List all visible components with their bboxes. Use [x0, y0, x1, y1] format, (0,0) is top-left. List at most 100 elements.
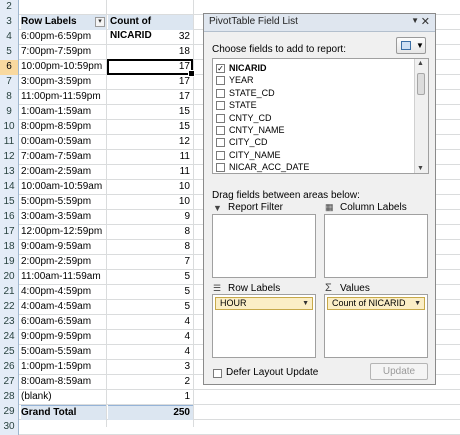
- close-icon[interactable]: ✕: [421, 15, 430, 28]
- row-number[interactable]: 2: [0, 0, 19, 15]
- empty-cell[interactable]: [108, 0, 193, 15]
- hour-label-cell[interactable]: 4:00pm-4:59pm: [21, 285, 106, 300]
- row-number[interactable]: 23: [0, 315, 19, 330]
- hour-label-cell[interactable]: 3:00am-3:59am: [21, 210, 106, 225]
- count-cell[interactable]: 9: [108, 210, 193, 225]
- scroll-down-icon[interactable]: ▼: [417, 165, 424, 172]
- row-number[interactable]: 15: [0, 195, 19, 210]
- values-area[interactable]: Count of NICARID ▼: [324, 294, 428, 358]
- field-item[interactable]: ✓ NICARID: [216, 62, 411, 75]
- count-cell[interactable]: 4: [108, 315, 193, 330]
- hour-label-cell[interactable]: 5:00pm-5:59pm: [21, 195, 106, 210]
- count-cell[interactable]: 4: [108, 345, 193, 360]
- pane-menu-icon[interactable]: ▼: [411, 16, 419, 25]
- field-item[interactable]: CNTY_NAME: [216, 124, 411, 137]
- sheet-row[interactable]: 29 Grand Total 250: [0, 405, 460, 420]
- count-cell[interactable]: 11: [108, 165, 193, 180]
- hour-label-cell[interactable]: 9:00am-9:59am: [21, 240, 106, 255]
- hour-label-cell[interactable]: 11:00am-11:59am: [21, 270, 106, 285]
- scroll-up-icon[interactable]: ▲: [417, 60, 424, 67]
- row-number[interactable]: 22: [0, 300, 19, 315]
- grand-total-label[interactable]: Grand Total: [21, 405, 106, 420]
- hour-label-cell[interactable]: 6:00am-6:59am: [21, 315, 106, 330]
- row-number[interactable]: 5: [0, 45, 19, 60]
- count-header[interactable]: Count of NICARID: [108, 15, 193, 41]
- field-checkbox[interactable]: [216, 126, 225, 135]
- hour-label-cell[interactable]: 4:00am-4:59am: [21, 300, 106, 315]
- row-number[interactable]: 6: [0, 60, 19, 75]
- count-cell[interactable]: 15: [108, 120, 193, 135]
- row-number[interactable]: 11: [0, 135, 19, 150]
- count-cell[interactable]: 5: [108, 300, 193, 315]
- count-cell[interactable]: 2: [108, 375, 193, 390]
- row-number[interactable]: 13: [0, 165, 19, 180]
- value-field-count[interactable]: Count of NICARID ▼: [327, 297, 425, 310]
- field-checkbox[interactable]: [216, 163, 225, 173]
- field-item[interactable]: CNTY_CD: [216, 112, 411, 125]
- scrollbar-thumb[interactable]: [417, 73, 425, 95]
- count-cell[interactable]: 15: [108, 105, 193, 120]
- hour-label-cell[interactable]: 8:00am-8:59am: [21, 375, 106, 390]
- row-number[interactable]: 3: [0, 15, 19, 30]
- count-cell[interactable]: 10: [108, 180, 193, 195]
- field-item[interactable]: NICAR_ACC_DATE: [216, 161, 411, 173]
- row-number[interactable]: 4: [0, 30, 19, 45]
- chevron-down-icon[interactable]: ▼: [302, 298, 309, 309]
- row-number[interactable]: 9: [0, 105, 19, 120]
- count-cell[interactable]: 3: [108, 360, 193, 375]
- hour-label-cell[interactable]: 7:00pm-7:59pm: [21, 45, 106, 60]
- count-cell[interactable]: 5: [108, 285, 193, 300]
- hour-label-cell[interactable]: 2:00pm-2:59pm: [21, 255, 106, 270]
- empty-cell[interactable]: [21, 420, 106, 435]
- row-number[interactable]: 21: [0, 285, 19, 300]
- column-labels-area[interactable]: [324, 214, 428, 278]
- hour-label-cell[interactable]: 6:00pm-6:59pm: [21, 30, 106, 45]
- count-cell[interactable]: 11: [108, 150, 193, 165]
- row-number[interactable]: 29: [0, 405, 19, 420]
- chevron-down-icon[interactable]: ▼: [414, 298, 421, 309]
- row-number[interactable]: 17: [0, 225, 19, 240]
- row-number[interactable]: 30: [0, 420, 19, 435]
- row-number[interactable]: 27: [0, 375, 19, 390]
- report-filter-area[interactable]: [212, 214, 316, 278]
- count-cell[interactable]: 17: [108, 90, 193, 105]
- hour-label-cell[interactable]: 5:00am-5:59am: [21, 345, 106, 360]
- hour-label-cell[interactable]: 1:00am-1:59am: [21, 105, 106, 120]
- field-item[interactable]: YEAR: [216, 74, 411, 87]
- hour-label-cell[interactable]: 10:00pm-10:59pm: [21, 60, 106, 75]
- row-number[interactable]: 18: [0, 240, 19, 255]
- sheet-row[interactable]: 30: [0, 420, 460, 435]
- count-cell[interactable]: 12: [108, 135, 193, 150]
- sheet-row[interactable]: 28 (blank) 1: [0, 390, 460, 405]
- field-checkbox[interactable]: [216, 88, 225, 98]
- row-number[interactable]: 8: [0, 90, 19, 105]
- row-number[interactable]: 24: [0, 330, 19, 345]
- field-item[interactable]: CITY_CD: [216, 136, 411, 149]
- row-number[interactable]: 16: [0, 210, 19, 225]
- row-number[interactable]: 25: [0, 345, 19, 360]
- empty-cell[interactable]: [21, 0, 106, 15]
- field-item[interactable]: CITY_NAME: [216, 149, 411, 162]
- hour-label-cell[interactable]: 12:00pm-12:59pm: [21, 225, 106, 240]
- row-number[interactable]: 26: [0, 360, 19, 375]
- field-checkbox[interactable]: [216, 101, 225, 111]
- hour-label-cell[interactable]: 9:00pm-9:59pm: [21, 330, 106, 345]
- field-list-scrollbar[interactable]: ▲ ▼: [414, 59, 428, 173]
- count-cell[interactable]: 5: [108, 270, 193, 285]
- grand-total-value[interactable]: 250: [108, 405, 193, 420]
- hour-label-cell[interactable]: 8:00pm-8:59pm: [21, 120, 106, 135]
- row-number[interactable]: 14: [0, 180, 19, 195]
- hour-label-cell[interactable]: 0:00am-0:59am: [21, 135, 106, 150]
- hour-label-cell[interactable]: 7:00am-7:59am: [21, 150, 106, 165]
- field-checkbox[interactable]: [216, 76, 225, 86]
- update-button[interactable]: Update: [370, 363, 428, 380]
- empty-cell[interactable]: [108, 420, 193, 435]
- hour-label-cell[interactable]: 2:00am-2:59am: [21, 165, 106, 180]
- defer-layout-checkbox[interactable]: [213, 369, 222, 378]
- count-cell[interactable]: 17: [108, 75, 193, 90]
- count-cell[interactable]: 4: [108, 330, 193, 345]
- field-checkbox[interactable]: [216, 150, 225, 160]
- field-list-layout-button[interactable]: ▼: [396, 37, 426, 54]
- hour-label-cell[interactable]: 11:00pm-11:59pm: [21, 90, 106, 105]
- hour-label-cell[interactable]: 10:00am-10:59am: [21, 180, 106, 195]
